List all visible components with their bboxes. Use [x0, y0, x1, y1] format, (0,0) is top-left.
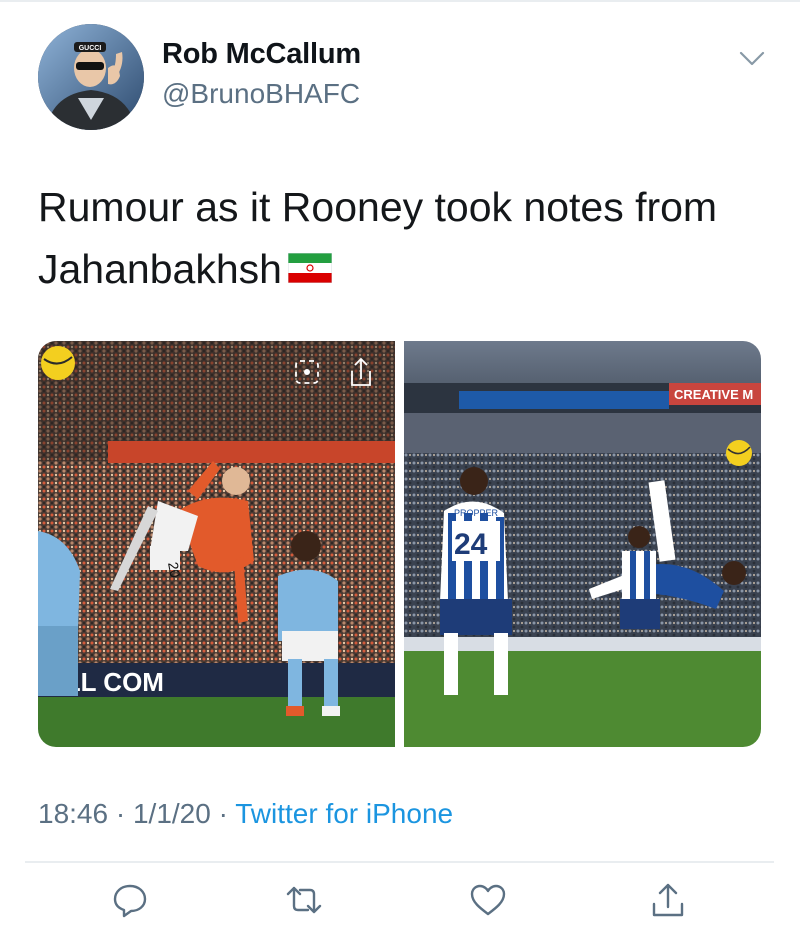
meta-separator: ·: [115, 798, 126, 829]
meta-separator: ·: [218, 798, 228, 829]
tweet-source-link[interactable]: Twitter for iPhone: [235, 798, 453, 829]
tweet-meta: 18:46 · 1/1/20 · Twitter for iPhone: [38, 798, 453, 830]
like-icon[interactable]: [468, 880, 508, 920]
tweet-text: Rumour as it Rooney took notes from Jaha…: [38, 176, 768, 303]
iran-flag-icon: [287, 238, 333, 300]
user-handle[interactable]: @BrunoBHAFC: [162, 78, 360, 110]
tweet-date: 1/1/20: [132, 798, 211, 829]
shirt-number-right: 24: [454, 528, 488, 561]
actions-divider: [25, 861, 774, 863]
retweet-icon[interactable]: [284, 880, 324, 920]
media-image-right[interactable]: CREATIVE M PROPPER 24: [404, 341, 761, 747]
avatar[interactable]: GUCCI: [38, 24, 144, 130]
media-divider: [395, 341, 404, 747]
shirt-number-left: 20: [165, 561, 183, 579]
share-icon[interactable]: [648, 880, 688, 920]
display-name[interactable]: Rob McCallum: [162, 38, 361, 71]
media-grid: ALL COM 20 CREATIVE M PROPPER 24: [38, 341, 761, 747]
tweet-text-content: Rumour as it Rooney took notes from Jaha…: [38, 184, 718, 292]
reply-icon[interactable]: [110, 880, 150, 920]
hoarding-text-right: CREATIVE M: [674, 387, 753, 402]
top-divider: [0, 0, 800, 2]
chevron-down-icon[interactable]: [735, 46, 769, 72]
media-image-left[interactable]: ALL COM 20: [38, 341, 395, 747]
svg-text:GUCCI: GUCCI: [79, 45, 102, 52]
tweet-time: 18:46: [38, 798, 109, 829]
shirt-name-right: PROPPER: [454, 508, 499, 518]
